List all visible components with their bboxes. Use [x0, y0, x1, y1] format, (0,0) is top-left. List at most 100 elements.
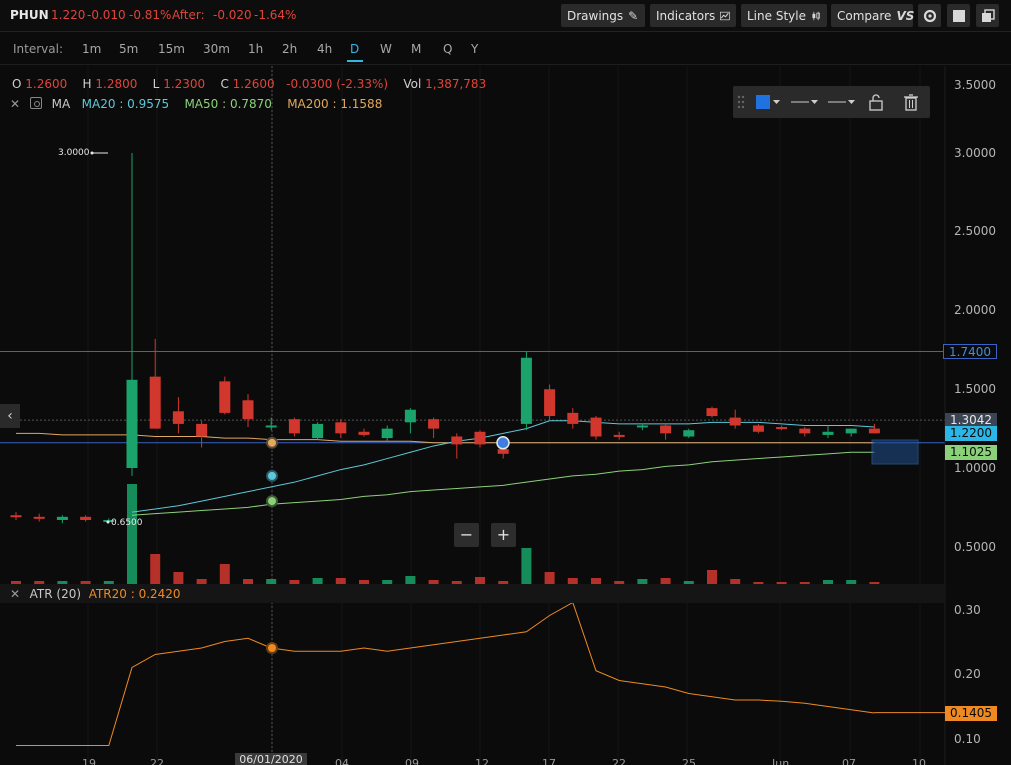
- unlock-icon[interactable]: [869, 94, 883, 111]
- ohlc-change: -0.0300 (-2.33%): [286, 77, 389, 91]
- line-style-icon[interactable]: [828, 100, 855, 104]
- candle-body: [567, 412, 579, 424]
- candle-body: [404, 409, 416, 423]
- after-hours-change: -0.020: [213, 8, 252, 22]
- zoom-in-button[interactable]: +: [491, 523, 516, 547]
- ma200-line: [16, 432, 875, 444]
- x-axis-label: 25: [682, 757, 696, 765]
- line-style-label: Line Style: [747, 8, 806, 23]
- volume-bar: [475, 577, 485, 584]
- compare-label: Compare: [837, 8, 892, 23]
- atr-axis-label: 0.20: [954, 667, 981, 681]
- interval-1h[interactable]: 1h: [248, 42, 263, 56]
- after-hours-pct: -1.64%: [254, 8, 297, 22]
- selection-box: [871, 439, 919, 465]
- open-label: O: [12, 77, 22, 91]
- crosshair-date-tag: 06/01/2020: [235, 753, 307, 765]
- candle-body: [242, 400, 254, 420]
- interval-30m[interactable]: 30m: [203, 42, 230, 56]
- drag-handle-icon[interactable]: [737, 95, 745, 109]
- candle-body: [381, 428, 393, 439]
- interval-m[interactable]: M: [411, 42, 421, 56]
- line-width-icon[interactable]: [791, 100, 818, 104]
- volume-bar: [544, 572, 555, 584]
- candle-body: [312, 423, 324, 439]
- price-chart[interactable]: [0, 66, 1011, 765]
- x-axis-label: 19: [82, 757, 96, 765]
- candle-body: [10, 515, 22, 518]
- trash-icon[interactable]: [904, 94, 918, 111]
- candle-body: [497, 449, 509, 454]
- last-price: 1.220: [51, 8, 86, 22]
- compare-button[interactable]: Compare VS: [831, 4, 914, 27]
- scroll-left-button[interactable]: ‹: [0, 404, 20, 428]
- maximize-button[interactable]: [947, 4, 970, 27]
- candle-body: [451, 436, 463, 445]
- price-axis-label: 3.5000: [954, 78, 996, 92]
- last-price-tag: 1.2200: [945, 426, 997, 441]
- ma200-crosshair-point: [266, 436, 278, 449]
- candle-body: [868, 428, 880, 434]
- eye-icon[interactable]: [29, 97, 42, 109]
- zoom-out-button[interactable]: −: [454, 523, 479, 547]
- interval-d[interactable]: D: [350, 42, 359, 56]
- high-label: H: [82, 77, 92, 91]
- volume-label: Vol: [403, 77, 422, 91]
- atr-crosshair-point: [266, 642, 278, 654]
- drawings-label: Drawings: [567, 8, 624, 23]
- indicators-label: Indicators: [656, 8, 716, 23]
- price-axis-label: 1.5000: [954, 382, 996, 396]
- detach-button[interactable]: [976, 4, 999, 27]
- atr20-value: ATR20 : 0.2420: [88, 587, 181, 601]
- close-label: C: [220, 77, 229, 91]
- close-icon[interactable]: ✕: [10, 97, 22, 111]
- atr-price-tag: 0.1405: [945, 706, 997, 721]
- color-picker-icon[interactable]: [756, 95, 780, 109]
- line-style-button[interactable]: Line Style: [741, 4, 827, 27]
- candle-body: [520, 357, 532, 424]
- candle-body: [335, 422, 347, 434]
- drawings-button[interactable]: Drawings ✎: [561, 4, 645, 27]
- interval-4h[interactable]: 4h: [317, 42, 332, 56]
- candle-body: [636, 425, 648, 428]
- interval-1m[interactable]: 1m: [82, 42, 101, 56]
- interval-label: Interval:: [13, 42, 63, 56]
- settings-button[interactable]: [918, 4, 941, 27]
- symbol-label[interactable]: PHUN: [10, 8, 49, 22]
- volume-bar: [127, 484, 137, 584]
- open-value: 1.2600: [25, 77, 68, 91]
- ma-name: MA: [51, 97, 71, 111]
- ma-legend: ✕ MA MA20 : 0.9575 MA50 : 0.7870 MA200 :…: [10, 97, 382, 111]
- after-hours-label: After:: [172, 8, 205, 22]
- x-axis-label: 17: [542, 757, 556, 765]
- high-point-dot: [90, 151, 94, 155]
- indicators-chart-icon: [720, 11, 730, 20]
- atr-name: ATR (20): [29, 587, 82, 601]
- interval-5m[interactable]: 5m: [119, 42, 138, 56]
- x-axis-label: 22: [150, 757, 164, 765]
- interval-y[interactable]: Y: [471, 42, 478, 56]
- interval-15m[interactable]: 15m: [158, 42, 185, 56]
- candle-body: [683, 430, 695, 437]
- volume-bar: [707, 570, 717, 584]
- indicators-button[interactable]: Indicators: [650, 4, 736, 27]
- interval-2h[interactable]: 2h: [282, 42, 297, 56]
- price-axis-label: 2.0000: [954, 303, 996, 317]
- candle-body: [776, 427, 788, 430]
- interval-w[interactable]: W: [380, 42, 392, 56]
- close-icon[interactable]: ✕: [10, 587, 22, 601]
- interval-q[interactable]: Q: [443, 42, 452, 56]
- volume-bar: [173, 572, 184, 584]
- active-interval-underline: [347, 60, 363, 62]
- candle-body: [149, 376, 161, 429]
- candle-body: [56, 516, 68, 520]
- candle-body: [219, 381, 231, 413]
- top-header: PHUN 1.220 -0.010 -0.81% After: -0.020 -…: [0, 0, 1011, 32]
- price-axis-label: 0.5000: [954, 540, 996, 554]
- ma50-line: [131, 451, 875, 516]
- candle-body: [474, 431, 486, 445]
- interval-bar: Interval:: [0, 33, 1011, 65]
- hline-price-tag: 1.7400: [943, 344, 997, 359]
- x-axis-label: 07: [842, 757, 856, 765]
- low-value: 1.2300: [163, 77, 206, 91]
